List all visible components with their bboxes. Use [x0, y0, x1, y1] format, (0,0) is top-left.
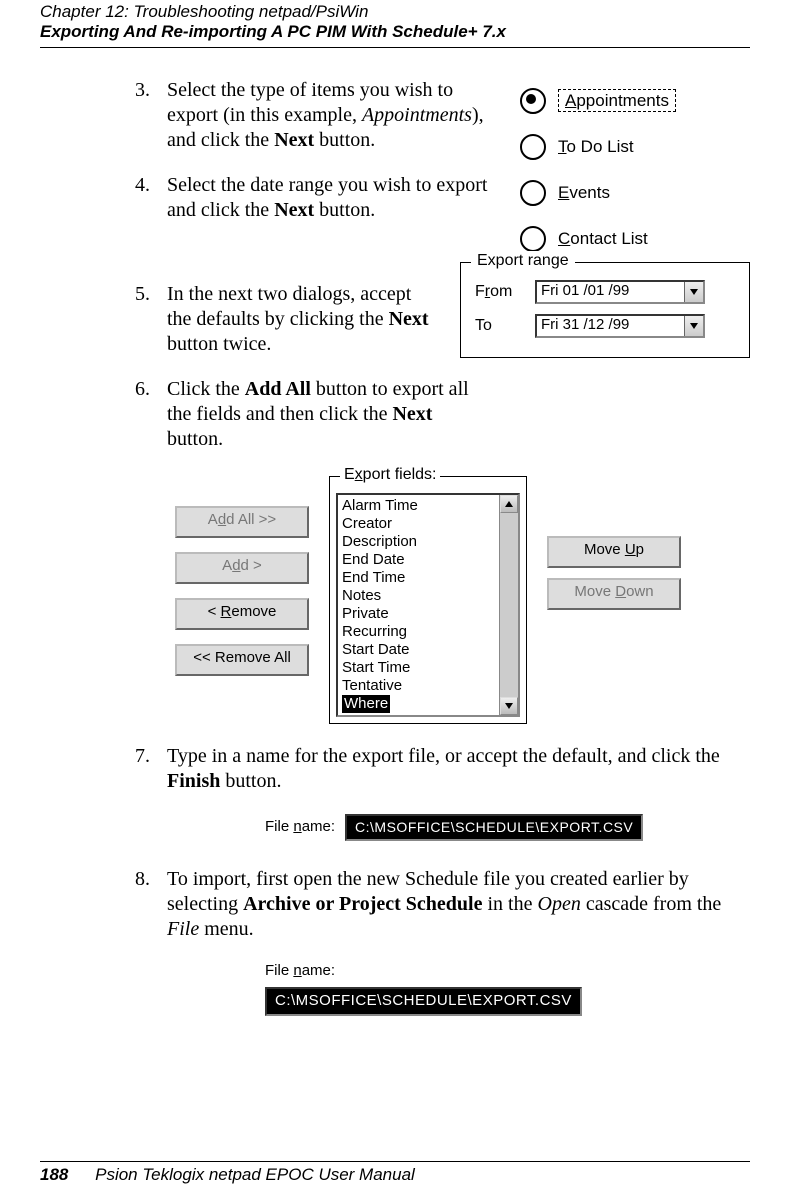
export-range-to-row: To Fri 31 /12 /99 — [475, 309, 735, 343]
to-label: To — [475, 316, 529, 336]
export-fields-figure: Add All >> Add > < Remove << Remove All … — [175, 476, 750, 724]
list-item[interactable]: End Date — [342, 551, 518, 569]
step-6: 6. Click the Add All button to export al… — [135, 377, 750, 452]
step-4: 4. Select the date range you wish to exp… — [135, 173, 508, 223]
radio-dot-icon — [520, 134, 546, 160]
remove-button[interactable]: < Remove — [175, 598, 309, 630]
step-text: To import, first open the new Schedule f… — [167, 867, 750, 942]
export-range-fieldset: Export range From Fri 01 /01 /99 To Fri … — [460, 262, 750, 358]
list-item[interactable]: Tentative — [342, 677, 518, 695]
listbox-items: Alarm Time Creator Description End Date … — [338, 495, 518, 713]
step-text: In the next two dialogs, accept the defa… — [167, 282, 440, 357]
export-fields-legend: Export fields: — [340, 465, 440, 485]
export-fields-fieldset: Export fields: Alarm Time Creator Descri… — [329, 476, 527, 724]
list-item[interactable]: Private — [342, 605, 518, 623]
list-item[interactable]: Notes — [342, 587, 518, 605]
running-head-line2: Exporting And Re-importing A PC PIM With… — [40, 22, 750, 42]
from-date-input[interactable]: Fri 01 /01 /99 — [535, 280, 705, 304]
export-range-legend: Export range — [471, 251, 575, 271]
step-text: Type in a name for the export file, or a… — [167, 744, 750, 794]
dropdown-arrow-icon[interactable] — [684, 316, 703, 336]
export-range-from-row: From Fri 01 /01 /99 — [475, 275, 735, 309]
filename-figure-2: File name: C:\MSOFFICE\SCHEDULE\EXPORT.C… — [265, 962, 750, 1016]
list-item[interactable]: Where — [342, 695, 518, 713]
scroll-down-icon[interactable] — [500, 697, 518, 715]
footer-text: Psion Teklogix netpad EPOC User Manual — [95, 1165, 415, 1184]
radio-appointments[interactable]: Appointments — [520, 78, 750, 124]
filename-label: File name: — [265, 818, 335, 837]
list-item[interactable]: Start Date — [342, 641, 518, 659]
radio-label: Events — [558, 182, 610, 203]
step-number: 7. — [135, 744, 167, 794]
right-button-column: Move Up Move Down — [547, 476, 681, 724]
list-item[interactable]: Recurring — [342, 623, 518, 641]
left-button-column: Add All >> Add > < Remove << Remove All — [175, 476, 309, 724]
radio-events[interactable]: Events — [520, 170, 750, 216]
filename-figure-1: File name: C:\MSOFFICE\SCHEDULE\EXPORT.C… — [265, 814, 750, 842]
export-fields-listbox[interactable]: Alarm Time Creator Description End Date … — [336, 493, 520, 717]
filename-input[interactable]: C:\MSOFFICE\SCHEDULE\EXPORT.CSV — [265, 987, 582, 1016]
list-item[interactable]: Description — [342, 533, 518, 551]
page-footer: 188 Psion Teklogix netpad EPOC User Manu… — [40, 1161, 750, 1185]
add-all-button[interactable]: Add All >> — [175, 506, 309, 538]
radio-label: To Do List — [558, 136, 634, 157]
from-label: From — [475, 282, 529, 302]
step-5: 5. In the next two dialogs, accept the d… — [135, 282, 440, 357]
filename-label: File name: — [265, 962, 750, 981]
page-number: 188 — [40, 1165, 68, 1184]
step-3: 3. Select the type of items you wish to … — [135, 78, 508, 153]
running-head: Chapter 12: Troubleshooting netpad/PsiWi… — [40, 0, 750, 48]
running-head-line1: Chapter 12: Troubleshooting netpad/PsiWi… — [40, 2, 750, 22]
scroll-up-icon[interactable] — [500, 495, 518, 513]
step-number: 8. — [135, 867, 167, 942]
scrollbar[interactable] — [499, 495, 518, 715]
radio-label: Contact List — [558, 228, 648, 249]
step-7: 7. Type in a name for the export file, o… — [135, 744, 750, 794]
radio-todo[interactable]: To Do List — [520, 124, 750, 170]
radio-label: Appointments — [558, 89, 676, 112]
step-number: 4. — [135, 173, 167, 223]
step-number: 5. — [135, 282, 167, 357]
dropdown-arrow-icon[interactable] — [684, 282, 703, 302]
step-number: 3. — [135, 78, 167, 153]
radio-dot-icon — [520, 88, 546, 114]
step-text: Select the date range you wish to export… — [167, 173, 508, 223]
step-text: Select the type of items you wish to exp… — [167, 78, 508, 153]
list-item[interactable]: End Time — [342, 569, 518, 587]
list-item[interactable]: Alarm Time — [342, 497, 518, 515]
step-text: Click the Add All button to export all t… — [167, 377, 477, 452]
filename-input[interactable]: C:\MSOFFICE\SCHEDULE\EXPORT.CSV — [345, 814, 643, 842]
radio-dot-icon — [520, 226, 546, 252]
to-date-input[interactable]: Fri 31 /12 /99 — [535, 314, 705, 338]
export-type-radiolist: Appointments To Do List Events Contact L… — [520, 78, 750, 262]
add-button[interactable]: Add > — [175, 552, 309, 584]
step-8: 8. To import, first open the new Schedul… — [135, 867, 750, 942]
radio-dot-icon — [520, 180, 546, 206]
step-number: 6. — [135, 377, 167, 452]
move-up-button[interactable]: Move Up — [547, 536, 681, 568]
list-item[interactable]: Creator — [342, 515, 518, 533]
list-item[interactable]: Start Time — [342, 659, 518, 677]
move-down-button[interactable]: Move Down — [547, 578, 681, 610]
remove-all-button[interactable]: << Remove All — [175, 644, 309, 676]
